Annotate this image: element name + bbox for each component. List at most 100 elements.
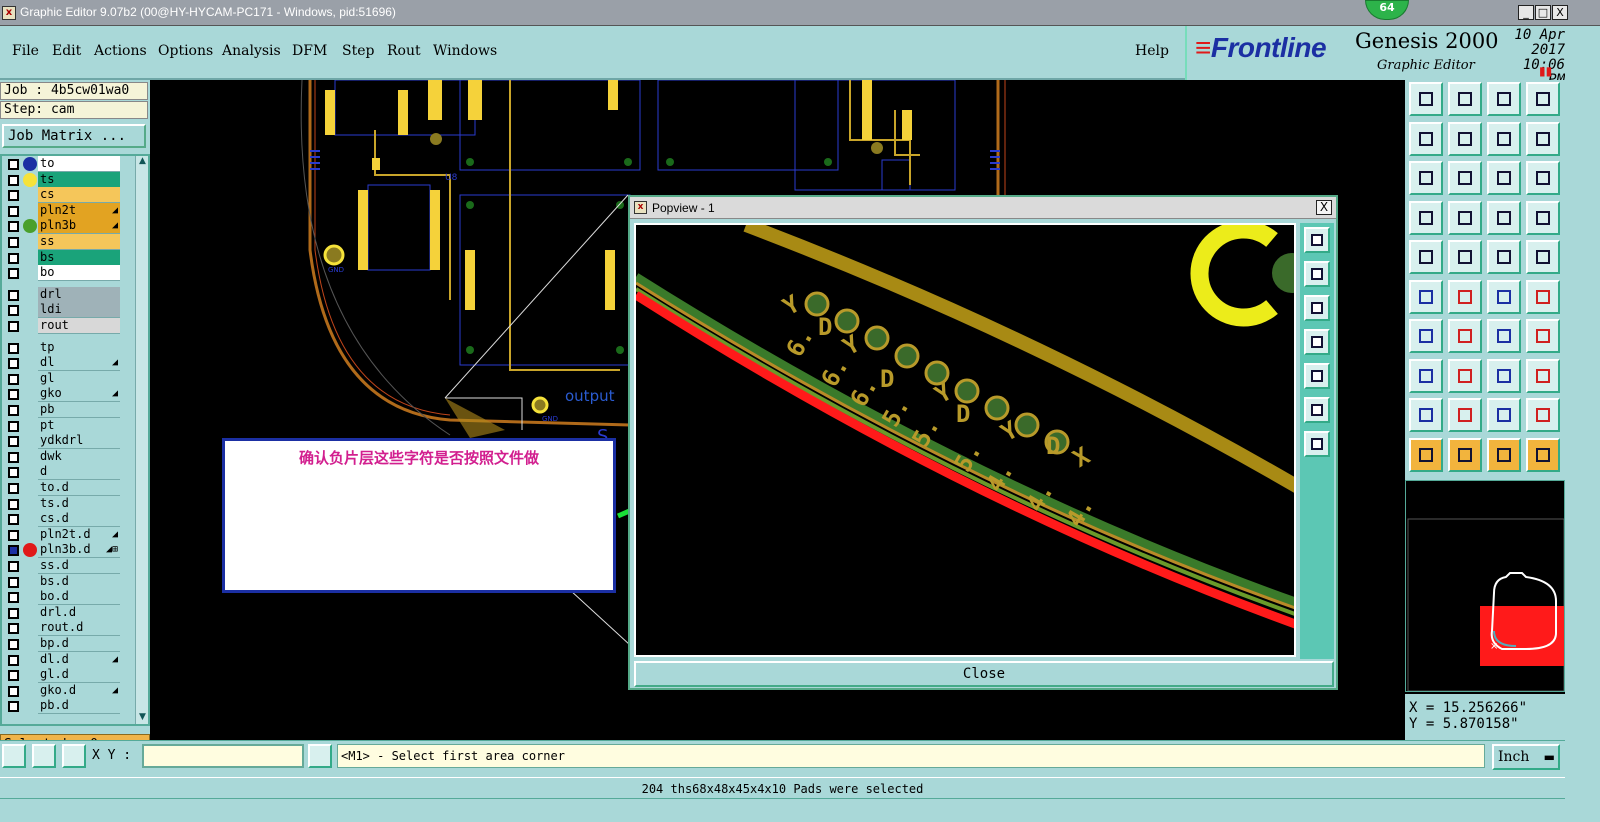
layer-name[interactable]: pln2t.d ◢ xyxy=(38,526,120,543)
menu-analysis[interactable]: Analysis xyxy=(222,43,281,59)
layer-row-gl[interactable]: gl xyxy=(2,370,122,387)
layer-row-pb-d[interactable]: pb.d xyxy=(2,698,122,715)
layer-checkbox[interactable] xyxy=(8,561,19,572)
layer-row-ss[interactable]: ss xyxy=(2,234,122,250)
menu-dfm[interactable]: DFM xyxy=(292,43,327,59)
popview-pan-up-icon[interactable] xyxy=(1304,261,1330,287)
help-icon[interactable] xyxy=(1526,161,1560,195)
popview-fit-icon[interactable] xyxy=(1304,397,1330,423)
layer-row-bs[interactable]: bs xyxy=(2,249,122,266)
layer-row-d[interactable]: d xyxy=(2,464,122,481)
layer-row-gko-d[interactable]: gko.d ◢ xyxy=(2,682,122,699)
layer-name[interactable]: gko ◢ xyxy=(38,386,120,403)
layer-row-ss-d[interactable]: ss.d xyxy=(2,558,122,574)
job-matrix-button[interactable]: Job Matrix ... xyxy=(2,124,146,148)
cross-icon[interactable] xyxy=(1448,279,1482,314)
info-icon[interactable] xyxy=(308,744,332,768)
layer-checkbox[interactable] xyxy=(8,358,19,370)
popview-canvas[interactable]: Y 6. D 6. Y 6. D 5. Y 5. D 5. Y 4. D 4. … xyxy=(634,223,1296,657)
layer-checkbox[interactable] xyxy=(8,623,19,635)
layer-checkbox[interactable] xyxy=(8,436,19,448)
layer-checkbox[interactable] xyxy=(8,483,19,494)
split-icon[interactable] xyxy=(1526,398,1560,432)
layer-row-gl-d[interactable]: gl.d xyxy=(2,667,122,684)
layer-checkbox[interactable] xyxy=(8,268,19,280)
zoom-area-icon[interactable] xyxy=(1526,82,1560,116)
slash-icon[interactable] xyxy=(1448,319,1482,353)
select-icon[interactable] xyxy=(1526,358,1560,393)
layer-name[interactable]: bo.d xyxy=(38,589,120,606)
layer-checkbox[interactable] xyxy=(8,237,19,248)
popview-pan-left-icon[interactable] xyxy=(1304,329,1330,355)
ruler-icon[interactable] xyxy=(1487,240,1521,274)
layer-row-pln3b-d[interactable]: pln3b.d ◢⊞ xyxy=(2,542,122,559)
connect-icon[interactable] xyxy=(1409,358,1443,393)
layer-checkbox[interactable] xyxy=(8,221,19,233)
popview-pan-right-icon[interactable] xyxy=(1304,363,1330,389)
node-icon[interactable] xyxy=(1409,279,1443,314)
layer-row-bp-d[interactable]: bp.d xyxy=(2,636,122,652)
layer-name[interactable]: dwk xyxy=(38,448,120,465)
layer-name[interactable]: tp xyxy=(38,339,120,356)
layer-name[interactable]: rout.d xyxy=(38,620,120,637)
layer-row-drl-d[interactable]: drl.d xyxy=(2,604,122,621)
layer-checkbox[interactable] xyxy=(8,592,19,604)
layer-name[interactable]: pb.d xyxy=(38,698,120,715)
layer-name[interactable]: gko.d ◢ xyxy=(38,682,120,699)
measure-icon[interactable] xyxy=(1409,200,1443,235)
layer-checkbox[interactable] xyxy=(8,639,19,650)
popview-close-button[interactable]: Close xyxy=(634,661,1334,687)
popview-close-icon[interactable]: X xyxy=(1316,200,1332,215)
layer-row-pln2t-d[interactable]: pln2t.d ◢ xyxy=(2,526,122,543)
layer-checkbox[interactable] xyxy=(8,174,19,186)
layer-row-bo[interactable]: bo xyxy=(2,265,122,282)
layer-name[interactable]: ss xyxy=(38,234,120,250)
layer-checkbox[interactable] xyxy=(8,159,19,170)
layer-name[interactable]: drl xyxy=(38,286,120,303)
minimap[interactable]: × xyxy=(1405,480,1565,692)
layer-row-gko[interactable]: gko ◢ xyxy=(2,386,122,403)
layer-name[interactable]: ss.d xyxy=(38,558,120,574)
layer-row-ldi[interactable]: ldi xyxy=(2,302,122,319)
rotate-icon[interactable] xyxy=(1487,319,1521,353)
layer-row-to[interactable]: to xyxy=(2,156,122,172)
layer-name[interactable]: rout xyxy=(38,318,120,334)
layer-row-rout[interactable]: rout xyxy=(2,318,122,334)
snap-grid-icon[interactable] xyxy=(2,744,26,768)
center-icon[interactable] xyxy=(1448,161,1482,195)
layer-name[interactable]: gl.d xyxy=(38,667,120,684)
layer-name[interactable]: bp.d xyxy=(38,636,120,652)
menu-actions[interactable]: Actions xyxy=(94,43,147,59)
menu-help[interactable]: Help xyxy=(1135,43,1169,59)
layer-row-pln3b[interactable]: pln3b ◢ xyxy=(2,218,122,235)
pan-right-icon[interactable] xyxy=(1448,121,1482,156)
fit-icon[interactable] xyxy=(1409,161,1443,195)
layer-checkbox[interactable] xyxy=(8,514,19,526)
sketch-icon[interactable] xyxy=(1526,121,1560,156)
arrow-double-icon[interactable] xyxy=(1526,437,1560,472)
layer-checkbox[interactable] xyxy=(8,545,19,557)
layer-checkbox[interactable] xyxy=(8,342,19,354)
layer-row-tp[interactable]: tp xyxy=(2,339,122,356)
circle-icon[interactable] xyxy=(1526,240,1560,274)
layer-name[interactable]: gl xyxy=(38,370,120,387)
layer-checkbox[interactable] xyxy=(8,420,19,432)
layer-name[interactable]: ydkdrl xyxy=(38,433,120,450)
copy-icon[interactable] xyxy=(1526,279,1560,314)
layer-checkbox[interactable] xyxy=(8,670,19,682)
layer-checkbox[interactable] xyxy=(8,654,19,666)
layer-row-rout-d[interactable]: rout.d xyxy=(2,620,122,637)
layer-checkbox[interactable] xyxy=(8,529,19,541)
arrow-box-icon[interactable] xyxy=(1448,437,1482,472)
layer-name[interactable]: pln3b.d ◢⊞ xyxy=(38,542,120,559)
layer-row-bs-d[interactable]: bs.d xyxy=(2,573,122,590)
layer-name[interactable]: pln2t ◢ xyxy=(38,202,120,219)
arrow-circle-icon[interactable] xyxy=(1487,437,1521,472)
units-select[interactable]: Inch ▬ xyxy=(1492,744,1560,770)
layer-name[interactable]: cs.d xyxy=(38,511,120,528)
layer-checkbox[interactable] xyxy=(8,190,19,202)
pad-icon[interactable] xyxy=(1409,240,1443,274)
layer-checkbox[interactable] xyxy=(8,321,19,332)
layer-name[interactable]: ts xyxy=(38,171,120,188)
layer-checkbox[interactable] xyxy=(8,289,19,301)
